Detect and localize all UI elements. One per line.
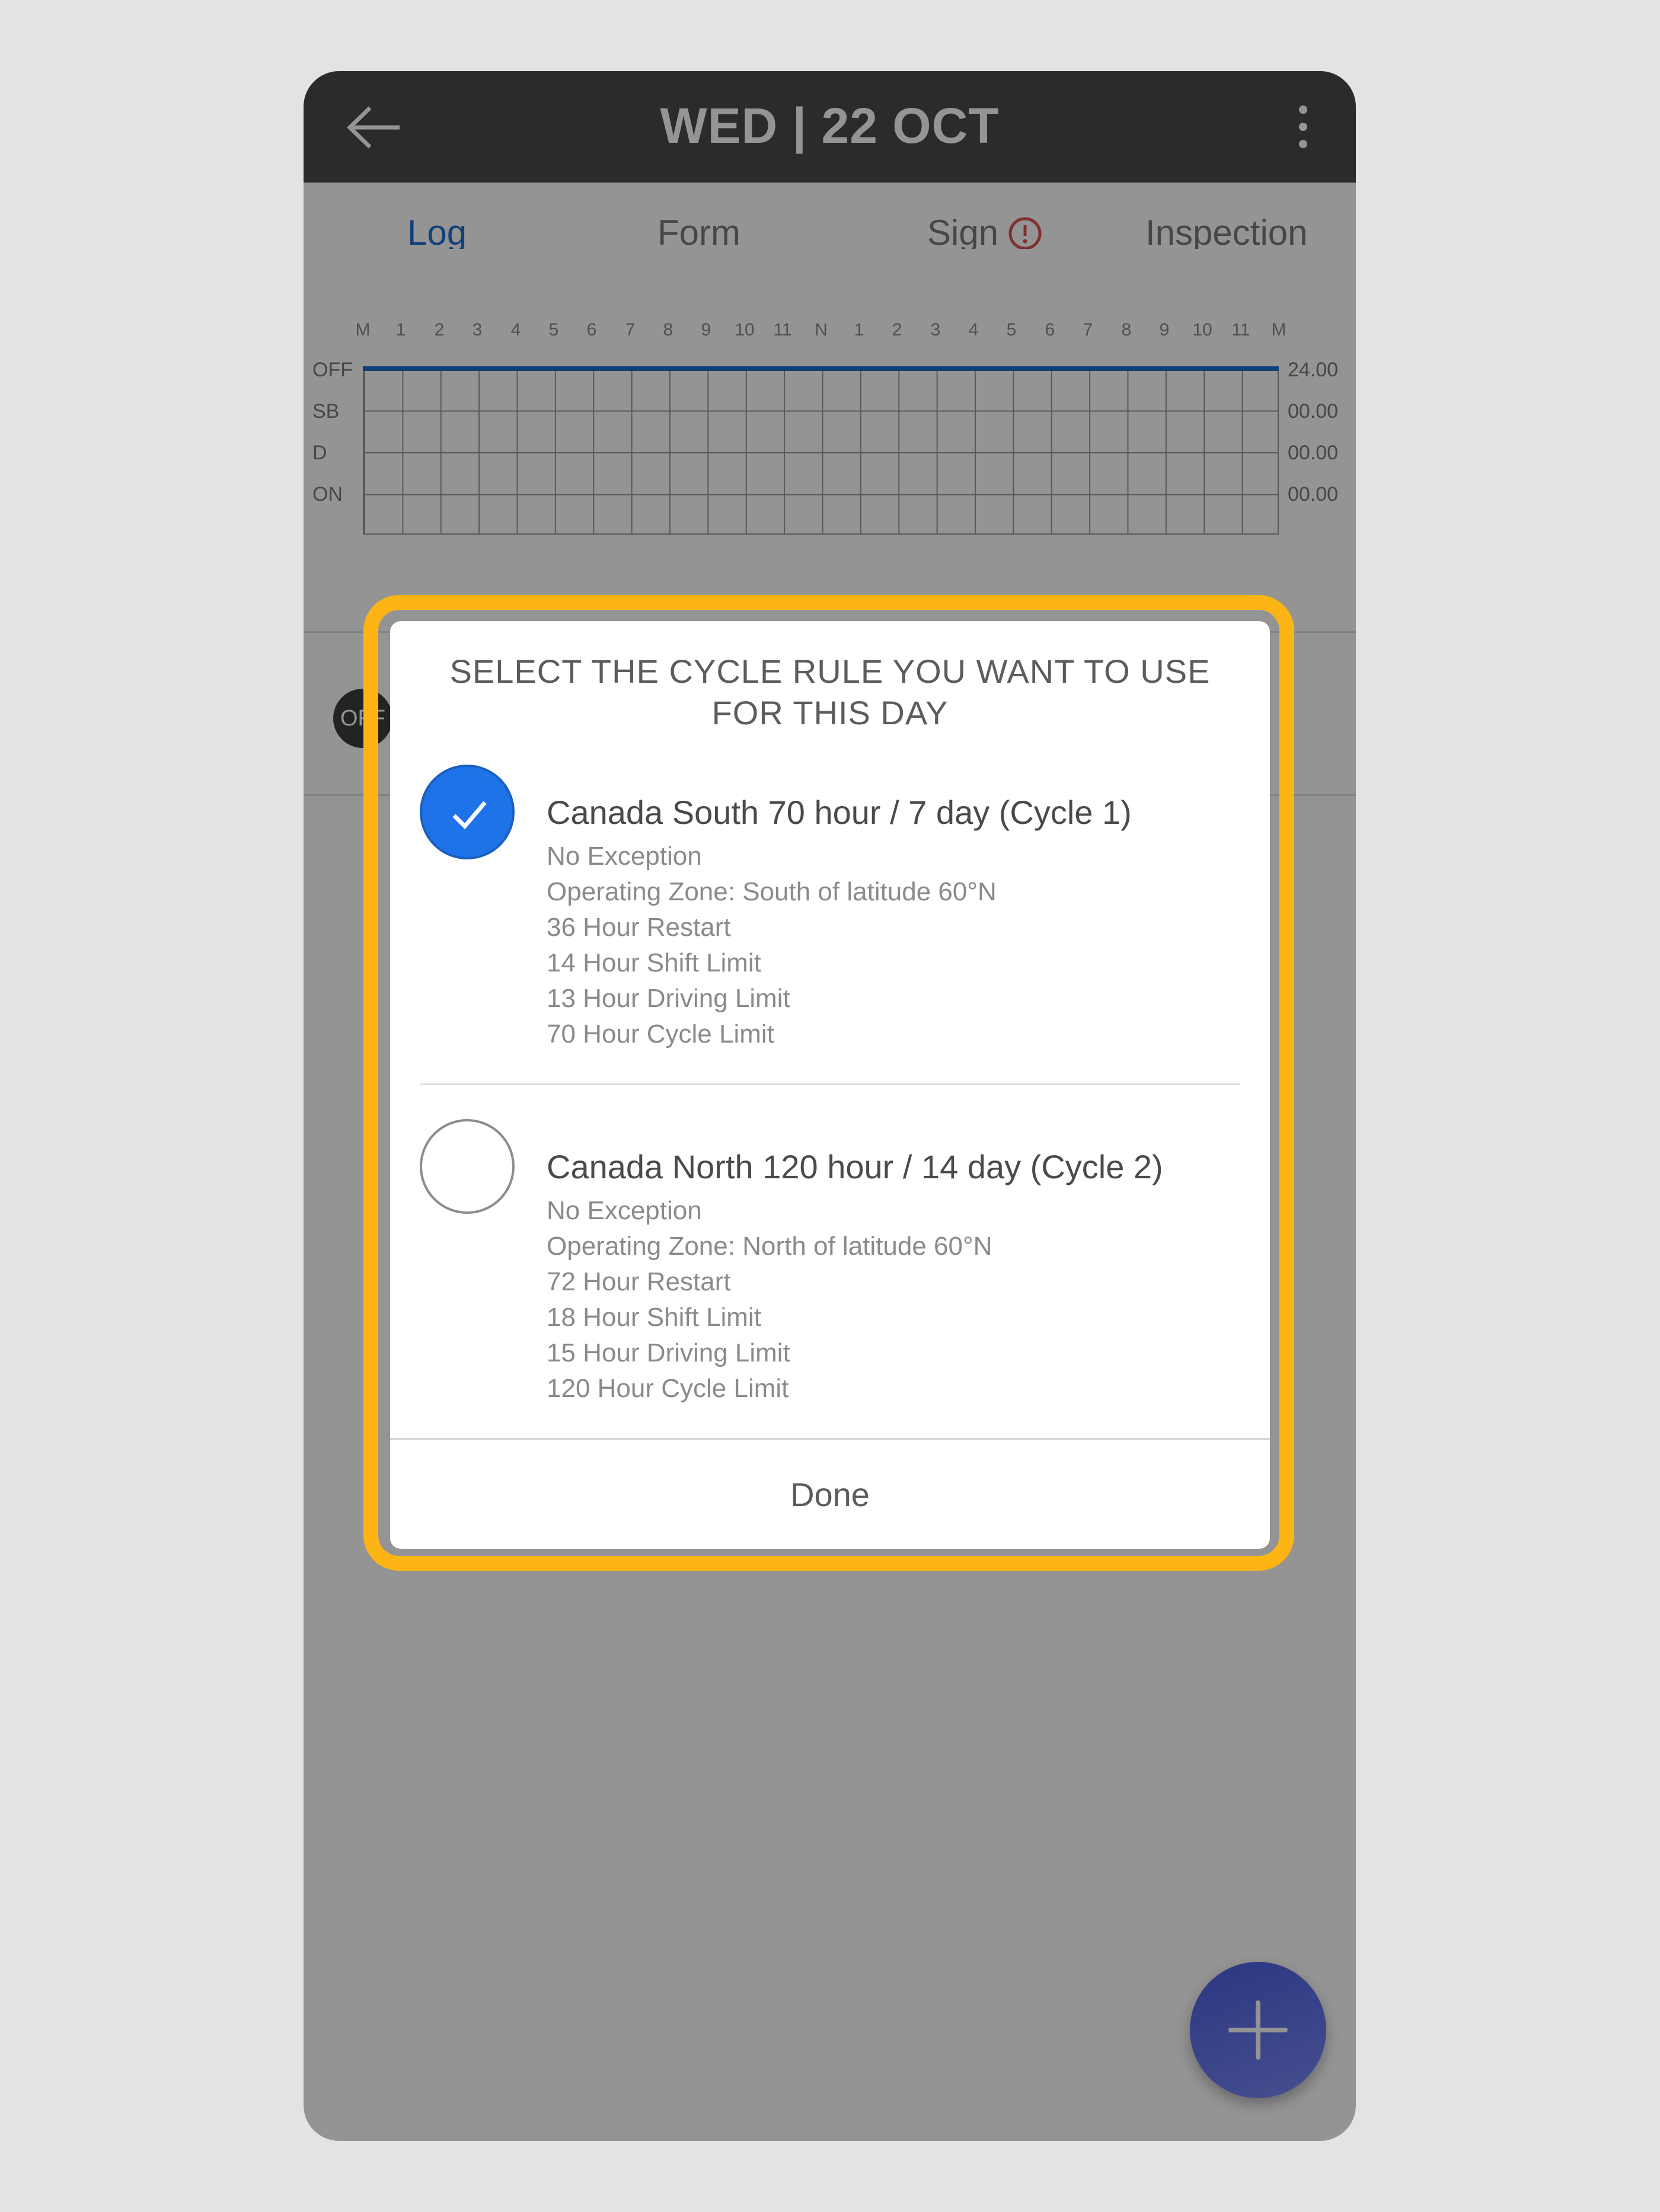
option-detail: Operating Zone: South of latitude 60°N bbox=[547, 877, 997, 906]
option-detail: No Exception bbox=[547, 842, 702, 871]
option-detail: 36 Hour Restart bbox=[547, 913, 731, 942]
option-detail: 15 Hour Driving Limit bbox=[547, 1338, 790, 1367]
option-detail: 72 Hour Restart bbox=[547, 1267, 731, 1296]
option-detail: 70 Hour Cycle Limit bbox=[547, 1019, 774, 1049]
option-detail: 120 Hour Cycle Limit bbox=[547, 1374, 789, 1403]
option-title: Canada South 70 hour / 7 day (Cycle 1) bbox=[547, 794, 1132, 831]
radio-checked[interactable] bbox=[420, 765, 515, 859]
checkmark-icon bbox=[452, 801, 487, 830]
option-title: Canada North 120 hour / 14 day (Cycle 2) bbox=[547, 1148, 1163, 1185]
option-detail: No Exception bbox=[547, 1196, 702, 1225]
option-detail: 13 Hour Driving Limit bbox=[547, 984, 790, 1013]
radio-unchecked[interactable] bbox=[420, 1119, 515, 1214]
done-button[interactable]: Done bbox=[390, 1440, 1270, 1549]
option-detail: 18 Hour Shift Limit bbox=[547, 1303, 761, 1332]
option-detail: Operating Zone: North of latitude 60°N bbox=[547, 1232, 992, 1261]
dialog-title: SELECT THE CYCLE RULE YOU WANT TO USE FO… bbox=[449, 653, 1211, 731]
option-detail: 14 Hour Shift Limit bbox=[547, 948, 761, 977]
divider bbox=[420, 1083, 1240, 1085]
cycle-rule-dialog: SELECT THE CYCLE RULE YOU WANT TO USE FO… bbox=[390, 621, 1270, 1549]
